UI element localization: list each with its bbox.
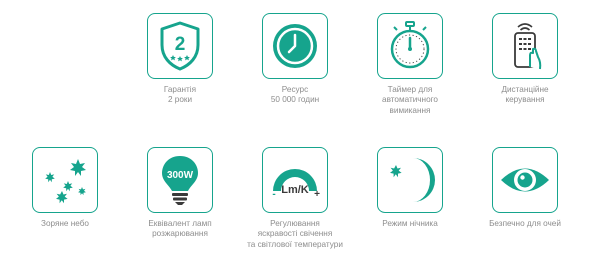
wattage-text: 300W [167, 170, 194, 181]
bulb-icon: 300W [162, 156, 198, 205]
feature-tile [492, 13, 558, 79]
features-infographic: { "accent_color": "#16a48d", "label_colo… [0, 0, 595, 273]
brightness-dial-icon: Lm/K - + [272, 169, 320, 200]
feature-label: Гарантія 2 роки [163, 85, 197, 105]
feature-label: Еквівалент ламп розжарювання [148, 219, 212, 239]
feature-tile: Lm/K - + [262, 147, 328, 213]
feature-equivalent: 300W Еквівалент ламп розжарювання [125, 147, 235, 240]
feature-label: Регулювання яскравості свічення та світлов… [247, 219, 343, 249]
feature-adjustment: Lm/K - + Регулювання яскравості свічення т… [240, 147, 350, 250]
stars-icon [45, 159, 86, 204]
feature-tile [262, 13, 328, 79]
feature-label: Дистанційне керування [501, 85, 549, 105]
feature-tile [32, 147, 98, 213]
stopwatch-icon [390, 21, 430, 69]
feature-starry-sky: Зоряне небо [10, 147, 120, 229]
moon-icon [390, 158, 435, 202]
remote-control-icon [514, 23, 542, 70]
plus-sign: + [314, 189, 320, 200]
feature-label: Режим нічника [382, 219, 438, 228]
clock-icon [273, 24, 317, 68]
minus-sign: - [272, 189, 275, 200]
feature-remote: Дистанційне керування [470, 13, 580, 106]
warranty-number: 2 [175, 34, 186, 55]
feature-lifetime: Ресурс 50 000 годин [240, 13, 350, 106]
lm-k-text: Lm/K [281, 184, 309, 196]
feature-label: Безпечно для очей [489, 219, 561, 228]
feature-tile: 2 [147, 13, 213, 79]
feature-timer: Таймер для автоматичного вимикання [355, 13, 465, 116]
feature-tile: 300W [147, 147, 213, 213]
feature-tile [377, 13, 443, 79]
feature-label: Таймер для автоматичного вимикання [382, 85, 438, 115]
feature-tile [377, 147, 443, 213]
feature-tile [492, 147, 558, 213]
feature-night-mode: Режим нічника [355, 147, 465, 229]
eye-icon [501, 168, 549, 192]
feature-label: Ресурс 50 000 годин [270, 85, 320, 105]
feature-label: Зоряне небо [41, 219, 89, 228]
feature-eye-safe: Безпечно для очей [470, 147, 580, 229]
feature-warranty: 2 Гарантія 2 роки [125, 13, 235, 106]
warranty-shield-icon: 2 [160, 21, 200, 71]
